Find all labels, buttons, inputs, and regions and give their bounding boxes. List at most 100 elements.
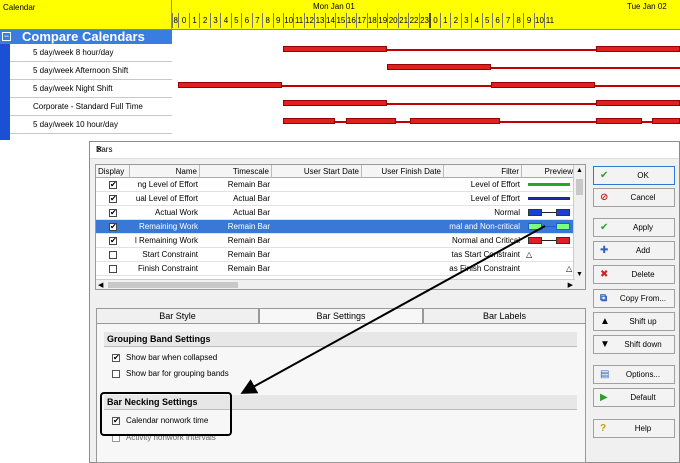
delete-button[interactable]: ✖ Delete <box>593 265 675 284</box>
cell-timescale[interactable]: Remain Bar <box>200 220 272 234</box>
table-row[interactable]: Finish Constraint Remain Bar as Finish Con… <box>96 262 585 276</box>
ok-button[interactable]: ✔ OK <box>593 166 675 185</box>
col-preview[interactable]: Preview <box>522 165 576 178</box>
bar-segment[interactable] <box>491 82 595 88</box>
cell-start[interactable] <box>272 262 362 276</box>
horizontal-scrollbar[interactable]: ◀ ▶ <box>96 279 575 289</box>
scroll-thumb[interactable] <box>108 282 238 288</box>
dialog-titlebar[interactable]: Bars ✕ <box>90 142 679 159</box>
cell-timescale[interactable]: Actual Bar <box>200 192 272 206</box>
options-button[interactable]: ▤ Options... <box>593 365 675 384</box>
display-checkbox[interactable]: ✔ <box>109 195 117 203</box>
calendar-row[interactable]: Corporate - Standard Full Time <box>0 98 172 116</box>
table-row[interactable]: ✔ ual Level of Effort Actual Bar Level of E… <box>96 192 585 206</box>
cell-finish[interactable] <box>362 234 444 248</box>
preview-cell[interactable] <box>522 220 576 234</box>
cell-filter[interactable]: Level of Effort <box>444 192 522 206</box>
table-row[interactable]: ✔ Actual Work Actual Bar Normal <box>96 206 585 220</box>
cell-name[interactable]: Actual Work <box>130 206 200 220</box>
cell-start[interactable] <box>272 192 362 206</box>
bar-segment[interactable] <box>387 64 491 70</box>
preview-cell[interactable]: △ <box>522 248 576 262</box>
calendar-row[interactable]: 5 day/week 10 hour/day <box>0 116 172 134</box>
display-checkbox[interactable] <box>109 251 117 259</box>
display-checkbox[interactable]: ✔ <box>109 181 117 189</box>
preview-cell[interactable] <box>522 206 576 220</box>
col-name[interactable]: Name <box>130 165 200 178</box>
group-band-compare-calendars[interactable]: − Compare Calendars <box>0 29 172 44</box>
bar-segment[interactable] <box>178 82 282 88</box>
shift-up-button[interactable]: ▲ Shift up <box>593 312 675 331</box>
cell-filter[interactable]: tas Start Constraint <box>444 248 522 262</box>
tab-bar-settings[interactable]: Bar Settings <box>259 308 423 324</box>
cell-start[interactable] <box>272 178 362 192</box>
cell-timescale[interactable]: Actual Bar <box>200 206 272 220</box>
shift-down-button[interactable]: ▼ Shift down <box>593 335 675 354</box>
close-icon[interactable]: ✕ <box>96 145 671 154</box>
table-row[interactable]: Start Constraint Remain Bar tas Start Cons… <box>96 248 585 262</box>
cell-finish[interactable] <box>362 192 444 206</box>
calendar-row[interactable]: 5 day/week Afternoon Shift <box>0 62 172 80</box>
cell-timescale[interactable]: Remain Bar <box>200 178 272 192</box>
cell-filter[interactable]: Level of Effort <box>444 178 522 192</box>
preview-cell[interactable] <box>522 178 576 192</box>
cell-name[interactable]: Start Constraint <box>130 248 200 262</box>
cell-filter[interactable]: as Finish Constraint <box>444 262 522 276</box>
bar-segment[interactable] <box>410 118 500 124</box>
cell-filter[interactable]: mal and Non-critical <box>444 220 522 234</box>
col-timescale[interactable]: Timescale <box>200 165 272 178</box>
help-button[interactable]: ? Help <box>593 419 675 438</box>
cell-filter[interactable]: Normal and Critical <box>444 234 522 248</box>
tab-bar-labels[interactable]: Bar Labels <box>423 308 586 324</box>
cell-start[interactable] <box>272 234 362 248</box>
bar-segment[interactable] <box>283 46 387 52</box>
display-checkbox[interactable]: ✔ <box>109 223 117 231</box>
scroll-up-icon[interactable]: ▲ <box>576 167 583 174</box>
cell-start[interactable] <box>272 220 362 234</box>
table-row[interactable]: ✔ ng Level of Effort Remain Bar Level of Ef… <box>96 178 585 192</box>
bar-segment[interactable] <box>596 118 642 124</box>
col-user-start[interactable]: User Start Date <box>272 165 362 178</box>
preview-cell[interactable] <box>522 234 576 248</box>
cell-name[interactable]: ng Level of Effort <box>130 178 200 192</box>
cell-name[interactable]: ual Level of Effort <box>130 192 200 206</box>
col-user-finish[interactable]: User Finish Date <box>362 165 444 178</box>
checkbox[interactable] <box>112 370 120 378</box>
bar-segment[interactable] <box>652 118 680 124</box>
cell-finish[interactable] <box>362 206 444 220</box>
scroll-down-icon[interactable]: ▼ <box>576 271 583 278</box>
table-row[interactable]: ✔ l Remaining Work Remain Bar Normal and Cr… <box>96 234 585 248</box>
cancel-button[interactable]: ⊘ Cancel <box>593 188 675 207</box>
bar-segment[interactable] <box>596 46 680 52</box>
timescale-header[interactable]: Mon Jan 01 Tue Jan 02 8 0 1 2 3 4 5 6 7 8 9 10 11 12 1… <box>172 0 680 30</box>
cell-finish[interactable] <box>362 248 444 262</box>
table-row[interactable]: ✔ Remaining Work Remain Bar mal and Non-cri… <box>96 220 585 234</box>
add-button[interactable]: ✚ Add <box>593 241 675 260</box>
bar-segment[interactable] <box>346 118 396 124</box>
vertical-scrollbar[interactable]: ▲ ▼ <box>573 165 585 289</box>
preview-cell[interactable] <box>522 192 576 206</box>
default-button[interactable]: ▶ Default <box>593 388 675 407</box>
scroll-thumb[interactable] <box>576 179 583 195</box>
col-filter[interactable]: Filter <box>444 165 522 178</box>
collapse-icon[interactable]: − <box>2 32 11 41</box>
cell-timescale[interactable]: Remain Bar <box>200 234 272 248</box>
tab-bar-style[interactable]: Bar Style <box>96 308 259 324</box>
cell-name[interactable]: Remaining Work <box>130 220 200 234</box>
col-display[interactable]: Display <box>96 165 130 178</box>
cell-finish[interactable] <box>362 220 444 234</box>
checkbox[interactable]: ✔ <box>112 354 120 362</box>
calendar-column-header[interactable]: Calendar <box>0 0 172 30</box>
cell-timescale[interactable]: Remain Bar <box>200 262 272 276</box>
display-checkbox[interactable] <box>109 265 117 273</box>
calendar-row[interactable]: 5 day/week 8 hour/day <box>0 44 172 62</box>
cell-name[interactable]: l Remaining Work <box>130 234 200 248</box>
display-checkbox[interactable]: ✔ <box>109 209 117 217</box>
scroll-right-icon[interactable]: ▶ <box>568 281 573 289</box>
bar-segment[interactable] <box>283 100 387 106</box>
apply-button[interactable]: ✔ Apply <box>593 218 675 237</box>
cell-finish[interactable] <box>362 178 444 192</box>
preview-cell[interactable]: △ <box>522 262 576 276</box>
scroll-left-icon[interactable]: ◀ <box>98 281 103 289</box>
cell-start[interactable] <box>272 248 362 262</box>
